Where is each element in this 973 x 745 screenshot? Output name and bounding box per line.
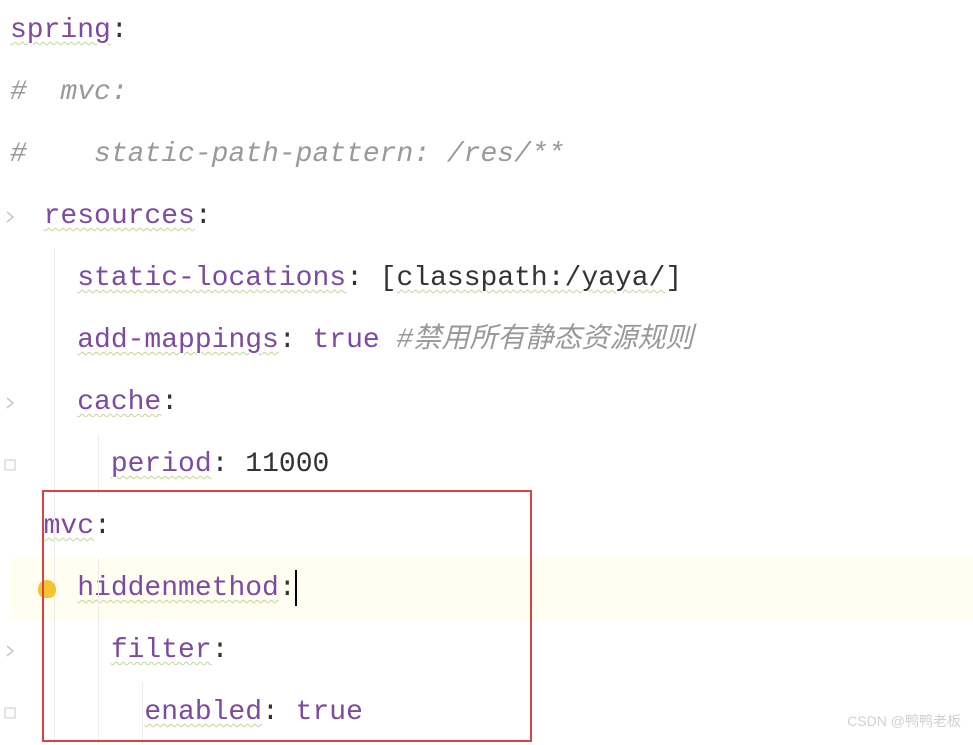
bracket-open: [ <box>380 263 397 294</box>
colon: : <box>346 263 363 294</box>
yaml-value: true <box>312 325 379 356</box>
comment-text: #禁用所有静态资源规则 <box>397 325 694 356</box>
yaml-value: classpath:/yaya/ <box>397 263 666 294</box>
yaml-key: mvc <box>44 511 94 542</box>
colon: : <box>94 511 111 542</box>
code-line[interactable]: spring: <box>10 0 973 62</box>
text-cursor <box>295 570 297 606</box>
code-line[interactable]: enabled: true <box>10 682 973 744</box>
fold-gutter-icon[interactable] <box>2 682 18 744</box>
code-line[interactable]: resources: <box>10 186 973 248</box>
yaml-key: add-mappings <box>77 325 279 356</box>
yaml-key: hiddenmethod <box>77 573 279 604</box>
yaml-key: static-locations <box>77 263 346 294</box>
comment-hash: # <box>10 139 27 170</box>
colon: : <box>212 449 229 480</box>
yaml-key: resources <box>44 201 195 232</box>
fold-gutter-icon[interactable] <box>2 620 18 682</box>
yaml-key: spring <box>10 15 111 46</box>
yaml-value: 11000 <box>245 449 329 480</box>
colon: : <box>279 573 296 604</box>
code-line-current[interactable]: hiddenmethod: <box>10 558 973 620</box>
colon: : <box>212 635 229 666</box>
code-line[interactable]: filter: <box>10 620 973 682</box>
code-line[interactable]: period: 11000 <box>10 434 973 496</box>
fold-gutter-icon[interactable] <box>2 372 18 434</box>
colon: : <box>262 697 279 728</box>
comment-text: static-path-pattern: /res/** <box>27 139 565 170</box>
bracket-close: ] <box>665 263 682 294</box>
code-line[interactable]: cache: <box>10 372 973 434</box>
fold-gutter-icon[interactable] <box>2 186 18 248</box>
code-line[interactable]: # static-path-pattern: /res/** <box>10 124 973 186</box>
code-line[interactable]: mvc: <box>10 496 973 558</box>
fold-gutter-icon[interactable] <box>2 434 18 496</box>
colon: : <box>279 325 296 356</box>
yaml-key: filter <box>111 635 212 666</box>
yaml-key: cache <box>77 387 161 418</box>
code-editor: spring: # mvc: # static-path-pattern: /r… <box>0 0 973 744</box>
code-line[interactable]: # mvc: <box>10 62 973 124</box>
yaml-value: true <box>296 697 363 728</box>
yaml-key: enabled <box>144 697 262 728</box>
yaml-key: period <box>111 449 212 480</box>
colon: : <box>111 15 128 46</box>
colon: : <box>195 201 212 232</box>
colon: : <box>161 387 178 418</box>
watermark-text: CSDN @鸭鸭老板 <box>847 706 961 737</box>
comment-hash: # <box>10 77 27 108</box>
lightbulb-icon[interactable] <box>38 580 56 598</box>
comment-text: mvc: <box>27 77 128 108</box>
code-line[interactable]: add-mappings: true #禁用所有静态资源规则 <box>10 310 973 372</box>
code-line[interactable]: static-locations: [classpath:/yaya/] <box>10 248 973 310</box>
